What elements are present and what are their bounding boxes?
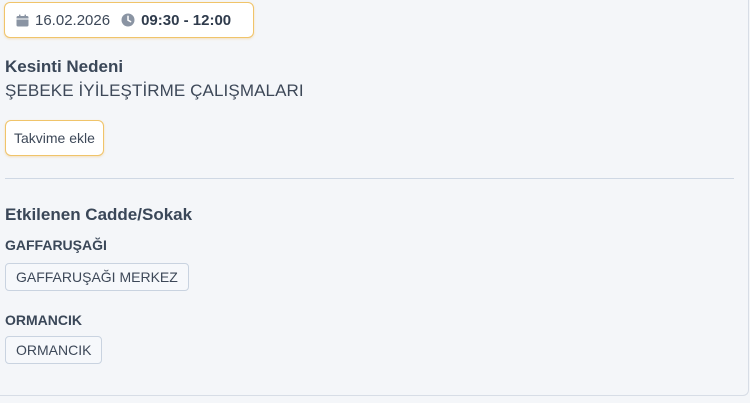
- affected-streets-title: Etkilenen Cadde/Sokak: [5, 205, 193, 224]
- district-name: ORMANCIK: [5, 312, 82, 328]
- reason-title: Kesinti Nedeni: [5, 57, 124, 76]
- calendar-icon: [16, 14, 29, 26]
- outage-date: 16.02.2026: [35, 11, 111, 29]
- street-tag: GAFFARUŞAĞI MERKEZ: [5, 263, 189, 291]
- clock-icon: [121, 13, 135, 27]
- outage-time-range: 09:30 - 12:00: [141, 11, 232, 29]
- outage-detail-card: 16.02.2026 09:30 - 12:00 Kesinti Nedeni …: [0, 0, 749, 396]
- outage-datetime-chip: 16.02.2026 09:30 - 12:00: [4, 2, 255, 38]
- district-name: GAFFARUŞAĞI: [5, 237, 107, 253]
- divider: [5, 178, 734, 179]
- add-to-calendar-button[interactable]: Takvime ekle: [5, 120, 104, 156]
- street-tag: ORMANCIK: [5, 336, 103, 364]
- reason-value: ŞEBEKE İYİLEŞTİRME ÇALIŞMALARI: [5, 81, 304, 100]
